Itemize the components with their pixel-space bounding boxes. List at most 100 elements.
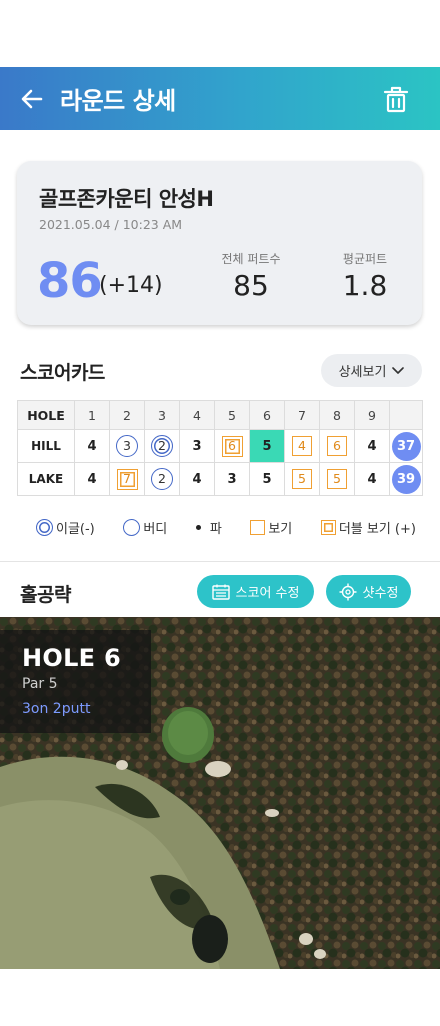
hole-header: HOLE — [17, 400, 75, 430]
over-par: (+14) — [99, 273, 163, 298]
double-bogey-marker-icon — [320, 520, 336, 535]
page-title: 라운드 상세 — [60, 87, 176, 115]
hole-score-cell: 3 — [214, 462, 250, 496]
hole-number: 6 — [249, 400, 285, 430]
hole-score-cell: 4 — [284, 429, 320, 463]
hole-score-cell: 2 — [144, 462, 180, 496]
round-detail-page: 라운드 상세 골프존카운티 안성H 2021.05.04 / 10:23 AM … — [0, 0, 440, 1026]
hole-score-cell: 4 — [354, 462, 390, 496]
course-name: 골프존카운티 안성H — [39, 187, 214, 211]
detail-view-label: 상세보기 — [338, 365, 387, 380]
hole-score-cell: 6 — [319, 429, 355, 463]
hole-info-overlay: HOLE 6 Par 5 3on 2putt — [0, 630, 151, 733]
arrow-left-icon — [21, 89, 43, 108]
total-cell: 37 — [389, 429, 423, 463]
avg-putts-value: 1.8 — [342, 269, 388, 302]
hole-score-cell: 3 — [109, 429, 145, 463]
legend-birdie: 버디 — [123, 518, 167, 537]
legend-par: 파 — [195, 518, 222, 537]
legend-par-label: 파 — [209, 522, 222, 537]
total-putts-label: 전체 퍼트수 — [221, 252, 281, 266]
legend-eagle: 이글(-) — [36, 518, 95, 537]
legend-double-bogey-label: 더블 보기 (+) — [338, 522, 416, 537]
edit-score-button[interactable]: 스코어 수정 — [197, 575, 314, 608]
hole-score-cell: 5 — [249, 429, 285, 463]
hole-score-par: 4 — [367, 471, 377, 487]
round-summary-card: 골프존카운티 안성H 2021.05.04 / 10:23 AM 86 (+14… — [17, 161, 422, 325]
legend-bogey: 보기 — [250, 518, 292, 537]
back-button[interactable] — [12, 79, 52, 119]
legend-bogey-label: 보기 — [268, 522, 293, 537]
scorecard-title: 스코어카드 — [20, 362, 105, 384]
hole-number: 2 — [109, 400, 145, 430]
hole-score-birdie: 3 — [116, 435, 138, 457]
scorecard-icon — [211, 584, 230, 600]
hole-score-cell: 7 — [109, 462, 145, 496]
hole-number: 5 — [214, 400, 250, 430]
hole-score-cell: 5 — [249, 462, 285, 496]
total-score-badge: 39 — [391, 464, 421, 494]
hole-score-bogey: 5 — [327, 469, 347, 489]
target-icon — [339, 583, 357, 600]
eagle-marker-icon — [36, 519, 53, 536]
hole-score-dbogey: 7 — [116, 468, 138, 490]
hole-score-bogey: 5 — [292, 469, 312, 489]
hole-score-cell: 4 — [179, 462, 215, 496]
par-marker-icon — [195, 525, 201, 530]
edit-score-label: 스코어 수정 — [235, 586, 300, 601]
hole-result: 3on 2putt — [22, 701, 91, 717]
section-divider — [0, 561, 440, 562]
hole-score-cell: 6 — [214, 429, 250, 463]
chevron-down-icon — [392, 366, 405, 374]
hole-score-par: 4 — [367, 438, 377, 454]
hole-score-par: 5 — [262, 471, 272, 487]
edit-shots-button[interactable]: 샷수정 — [326, 575, 411, 608]
avg-putts-label: 평균퍼트 — [342, 252, 388, 266]
trash-icon — [383, 86, 409, 113]
detail-view-button[interactable]: 상세보기 — [321, 354, 422, 387]
hole-score-cell: 5 — [319, 462, 355, 496]
scorecard-row: LAKE 4 7 2 4 3 5 5 5 4 39 — [17, 462, 423, 496]
legend-double-bogey: 더블 보기 (+) — [320, 518, 416, 537]
hole-score-par: 3 — [192, 438, 202, 454]
hole-score-cell: 4 — [74, 429, 110, 463]
birdie-marker-icon — [123, 519, 141, 536]
hole-number: 7 — [284, 400, 320, 430]
hole-score-dbogey: 6 — [221, 435, 243, 457]
hole-score-cell: 5 — [284, 462, 320, 496]
hole-number: 4 — [179, 400, 215, 430]
hole-score-par: 5 — [262, 438, 272, 454]
total-score-badge: 37 — [391, 431, 421, 461]
hole-score-cell: 2 — [144, 429, 180, 463]
course-side-label: HILL — [17, 429, 75, 463]
hole-number: 1 — [74, 400, 110, 430]
legend-eagle-label: 이글(-) — [56, 522, 95, 537]
bogey-marker-icon — [250, 520, 266, 535]
app-header: 라운드 상세 — [0, 67, 440, 130]
round-datetime: 2021.05.04 / 10:23 AM — [39, 217, 183, 232]
total-putts-value: 85 — [233, 269, 269, 302]
hole-par: Par 5 — [22, 676, 58, 692]
hole-score-par: 4 — [87, 471, 97, 487]
scorecard-row: HILL 4 3 2 3 6 5 4 6 4 37 — [17, 429, 423, 463]
edit-shots-label: 샷수정 — [362, 586, 399, 601]
hole-name: HOLE 6 — [22, 644, 122, 672]
total-cell: 39 — [389, 462, 423, 496]
hole-score-par: 4 — [192, 471, 202, 487]
legend-birdie-label: 버디 — [143, 522, 168, 537]
scorecard-header-row: HOLE 1 2 3 4 5 6 7 8 9 — [17, 400, 423, 430]
total-score: 86 — [37, 253, 103, 309]
hole-score-birdie: 2 — [151, 468, 173, 490]
hole-score-cell: 4 — [354, 429, 390, 463]
course-side-label: LAKE — [17, 462, 75, 496]
hole-score-bogey: 6 — [327, 436, 347, 456]
hole-score-eagle: 2 — [151, 435, 173, 457]
hole-number: 8 — [319, 400, 355, 430]
score-legend: 이글(-) 버디 파 보기 더블 보기 (+) — [36, 518, 416, 537]
delete-round-button[interactable] — [380, 83, 412, 115]
total-header — [389, 400, 423, 430]
hole-score-cell: 4 — [74, 462, 110, 496]
hole-score-cell: 3 — [179, 429, 215, 463]
hole-score-par: 3 — [227, 471, 237, 487]
strategy-title: 홀공략 — [20, 584, 71, 606]
